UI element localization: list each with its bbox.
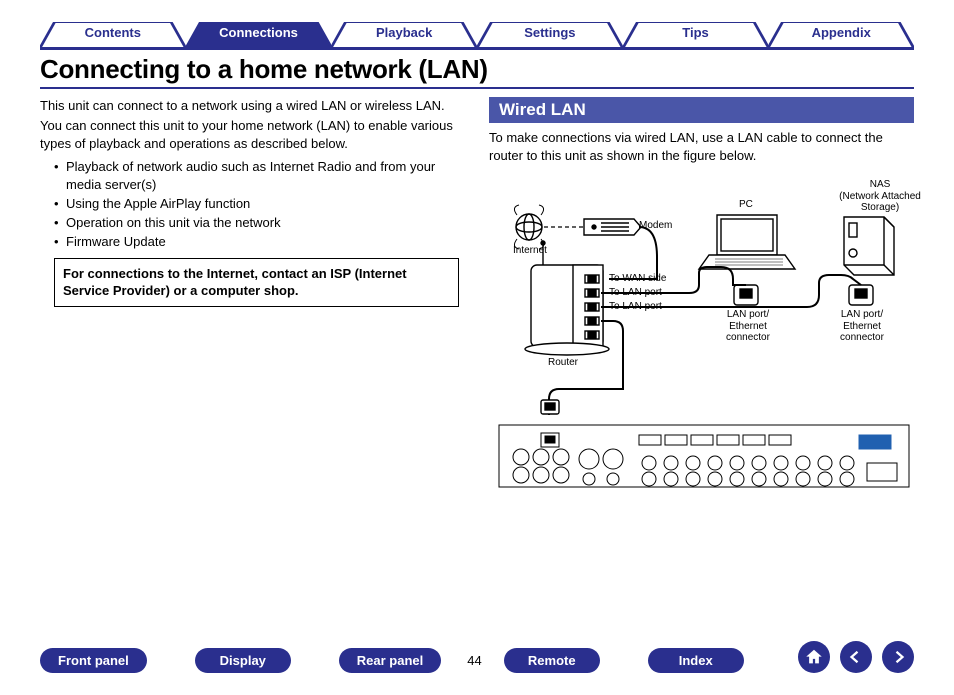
bullet-item: Using the Apple AirPlay function: [54, 195, 465, 214]
top-tabs: Contents Connections Playback Settings T…: [40, 22, 914, 50]
label-modem: Modem: [639, 220, 672, 232]
nav-front-panel[interactable]: Front panel: [40, 648, 147, 673]
bullet-item: Operation on this unit via the network: [54, 214, 465, 233]
intro-text-2: You can connect this unit to your home n…: [40, 117, 465, 153]
nav-icons: [798, 641, 914, 673]
feature-list: Playback of network audio such as Intern…: [54, 158, 465, 252]
tab-label: Appendix: [812, 25, 871, 40]
prev-page-icon[interactable]: [840, 641, 872, 673]
label-to-lan-1: To LAN port: [609, 287, 662, 299]
wiring-diagram: Modem Internet PC NAS(Network AttachedSt…: [489, 167, 914, 497]
tab-label: Tips: [682, 25, 709, 40]
nav-display[interactable]: Display: [195, 648, 291, 673]
tab-appendix[interactable]: Appendix: [768, 22, 914, 48]
home-icon[interactable]: [798, 641, 830, 673]
intro-text-1: This unit can connect to a network using…: [40, 97, 465, 115]
left-column: This unit can connect to a network using…: [40, 97, 465, 497]
tab-playback[interactable]: Playback: [331, 22, 477, 48]
content-columns: This unit can connect to a network using…: [40, 97, 914, 497]
label-nas: NAS(Network AttachedStorage): [835, 179, 925, 214]
tab-label: Playback: [376, 25, 432, 40]
wired-intro: To make connections via wired LAN, use a…: [489, 129, 914, 165]
label-to-lan-2: To LAN port: [609, 301, 662, 313]
nav-remote[interactable]: Remote: [504, 648, 600, 673]
page-title: Connecting to a home network (LAN): [40, 54, 914, 89]
tab-label: Settings: [524, 25, 575, 40]
bullet-item: Playback of network audio such as Intern…: [54, 158, 465, 196]
nav-index[interactable]: Index: [648, 648, 744, 673]
tab-label: Contents: [85, 25, 141, 40]
label-pc: PC: [739, 199, 753, 211]
tab-tips[interactable]: Tips: [623, 22, 769, 48]
section-heading: Wired LAN: [489, 97, 914, 123]
bullet-item: Firmware Update: [54, 233, 465, 252]
label-router: Router: [548, 357, 578, 369]
tab-contents[interactable]: Contents: [40, 22, 186, 48]
next-page-icon[interactable]: [882, 641, 914, 673]
isp-note: For connections to the Internet, contact…: [54, 258, 459, 307]
label-to-wan: To WAN side: [609, 273, 666, 285]
label-lan-connector-pc: LAN port/Ethernetconnector: [721, 309, 775, 344]
nav-rear-panel[interactable]: Rear panel: [339, 648, 441, 673]
tab-settings[interactable]: Settings: [477, 22, 623, 48]
right-column: Wired LAN To make connections via wired …: [489, 97, 914, 497]
page-number: 44: [467, 653, 481, 668]
bottom-nav: Front panel Display Rear panel 44 Remote…: [40, 648, 914, 673]
tab-label: Connections: [219, 25, 298, 40]
tab-connections[interactable]: Connections: [186, 22, 332, 48]
label-internet: Internet: [513, 245, 547, 257]
label-lan-connector-nas: LAN port/Ethernetconnector: [835, 309, 889, 344]
